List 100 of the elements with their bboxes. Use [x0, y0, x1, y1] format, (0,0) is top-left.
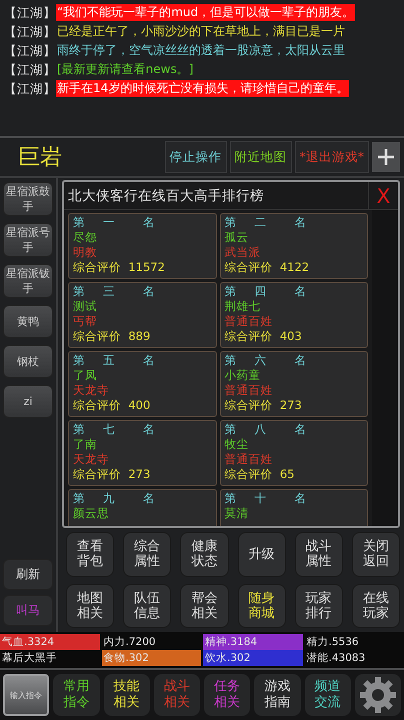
sect-name: 普通百姓	[224, 452, 274, 467]
player-name: 了南	[73, 437, 98, 452]
action-button[interactable]: 停止操作	[164, 141, 226, 173]
rank-label: 第	[73, 284, 86, 299]
rank-label: 名	[143, 353, 156, 368]
score-text: 综合评价 65	[224, 467, 296, 482]
npc-button[interactable]: 星宿派鼓手	[3, 182, 53, 216]
rank-label: 第	[224, 284, 238, 299]
stat-bar: 气血.3324	[0, 634, 100, 650]
chat-message: 雨终于停了，空气凉丝丝的透着一股凉意，太阳从云里	[56, 42, 346, 59]
player-name: 荆雄七	[224, 299, 262, 314]
rank-label: 五	[103, 353, 116, 368]
menu-tab[interactable]: 频道交流	[304, 674, 351, 716]
rank-label: 第	[224, 215, 238, 230]
stat-text: 潜能.43083	[306, 651, 366, 666]
channel-tag: 【江湖】	[4, 23, 56, 40]
side-button[interactable]: 刷新	[3, 559, 53, 590]
stat-bar: 食物.302	[102, 650, 201, 666]
menu-button[interactable]: 队伍信息	[123, 584, 172, 628]
stat-bar: 饮水.302	[203, 650, 302, 666]
rank-label: 名	[143, 215, 156, 230]
rank-label: 九	[103, 491, 116, 506]
menu-button[interactable]: 玩家排行	[294, 584, 343, 628]
location-name: 巨岩	[18, 144, 63, 172]
player-name: 尽怨	[73, 230, 98, 245]
channel-tag: 【江湖】	[4, 4, 56, 21]
rank-label: 第	[73, 353, 86, 368]
action-button[interactable]: 附近地图	[230, 141, 292, 173]
npc-button[interactable]: 钢杖	[3, 345, 53, 378]
rank-label: 名	[143, 284, 156, 299]
player-name: 颜云思	[73, 506, 110, 521]
menu-button[interactable]: 查看背包	[66, 532, 114, 576]
menu-button[interactable]: 综合属性	[123, 532, 172, 576]
input-command-button[interactable]: 输入指令	[3, 674, 50, 716]
rank-label: 七	[103, 422, 116, 437]
player-name: 了凤	[73, 368, 98, 383]
menu-button[interactable]: 战斗属性	[294, 532, 343, 576]
player-name: 测试	[73, 299, 98, 314]
stat-text: 精力.5536	[306, 635, 360, 650]
menu-button[interactable]: 地图相关	[66, 584, 114, 628]
stat-text: 幕后大黑手	[1, 651, 58, 666]
chat-message: [最新更新请查看news。]	[56, 61, 194, 78]
rank-label: 名	[143, 422, 156, 437]
npc-button[interactable]: 黄鸭	[3, 305, 53, 338]
player-name: 牧尘	[224, 437, 250, 452]
player-name: 孤云	[224, 230, 250, 245]
menu-button[interactable]: 关闭返回	[352, 532, 400, 576]
rank-label: 名	[294, 422, 308, 437]
chat-message: 已经是正午了，小雨沙沙的下在草地上，满目已是一片	[56, 23, 346, 40]
channel-tag: 【江湖】	[4, 61, 56, 78]
npc-button[interactable]: 星宿派钹手	[3, 264, 53, 298]
score-text: 综合评价 273	[224, 398, 303, 413]
rank-label: 名	[294, 215, 308, 230]
rank-label: 第	[73, 215, 86, 230]
menu-button[interactable]: 在线玩家	[352, 584, 400, 628]
rank-label: 第	[73, 422, 86, 437]
stat-text: 内力.7200	[102, 635, 157, 650]
settings-button[interactable]	[354, 674, 401, 716]
plus-button[interactable]	[372, 142, 400, 172]
rank-label: 名	[294, 353, 308, 368]
sect-name: 武当派	[224, 245, 262, 260]
rank-label: 二	[254, 215, 268, 230]
menu-button[interactable]: 随身商城	[238, 584, 286, 628]
menu-tab[interactable]: 技能相关	[104, 674, 150, 716]
rank-label: 名	[294, 284, 308, 299]
rank-label: 十	[254, 491, 268, 506]
player-name: 小药童	[224, 368, 262, 383]
rank-label: 六	[254, 353, 268, 368]
sect-name: 普通百姓	[224, 314, 274, 329]
panel-title: 北大侠客行在线百大高手排行榜	[67, 186, 265, 204]
sect-name: 丐帮	[73, 314, 98, 329]
rank-label: 名	[143, 491, 156, 506]
sect-name: 普通百姓	[224, 383, 274, 398]
score-text: 综合评价 273	[73, 467, 152, 482]
menu-button[interactable]: 健康状态	[180, 532, 228, 576]
npc-button[interactable]: 星宿派号手	[3, 223, 53, 257]
rank-label: 一	[103, 215, 116, 230]
settings-icon	[358, 675, 398, 715]
rank-label: 八	[254, 422, 268, 437]
npc-button[interactable]: zi	[3, 385, 53, 418]
rank-label: 第	[224, 491, 238, 506]
menu-button[interactable]: 升级	[238, 532, 286, 576]
sect-name: 天龙寺	[73, 452, 110, 467]
menu-button[interactable]: 帮会相关	[180, 584, 228, 628]
menu-tab[interactable]: 游戏指南	[254, 674, 300, 716]
stat-bar: 精神.3184	[203, 634, 302, 650]
rank-label: 四	[254, 284, 268, 299]
channel-tag: 【江湖】	[4, 42, 56, 59]
chat-message: “我们不能玩一辈子的mud，但是可以做一辈子的朋友。	[56, 4, 356, 21]
menu-tab[interactable]: 常用指令	[53, 674, 100, 716]
rank-label: 第	[224, 422, 238, 437]
score-text: 综合评价 4122	[224, 260, 310, 275]
rank-label: 第	[73, 491, 86, 506]
menu-tab[interactable]: 任务相关	[204, 674, 250, 716]
score-text: 综合评价 400	[73, 398, 152, 413]
score-text: 综合评价 11572	[73, 260, 166, 275]
player-name: 莫清	[224, 506, 250, 521]
score-text: 综合评价 889	[73, 329, 152, 344]
rank-label: 第	[224, 353, 238, 368]
plus-icon	[376, 147, 396, 167]
